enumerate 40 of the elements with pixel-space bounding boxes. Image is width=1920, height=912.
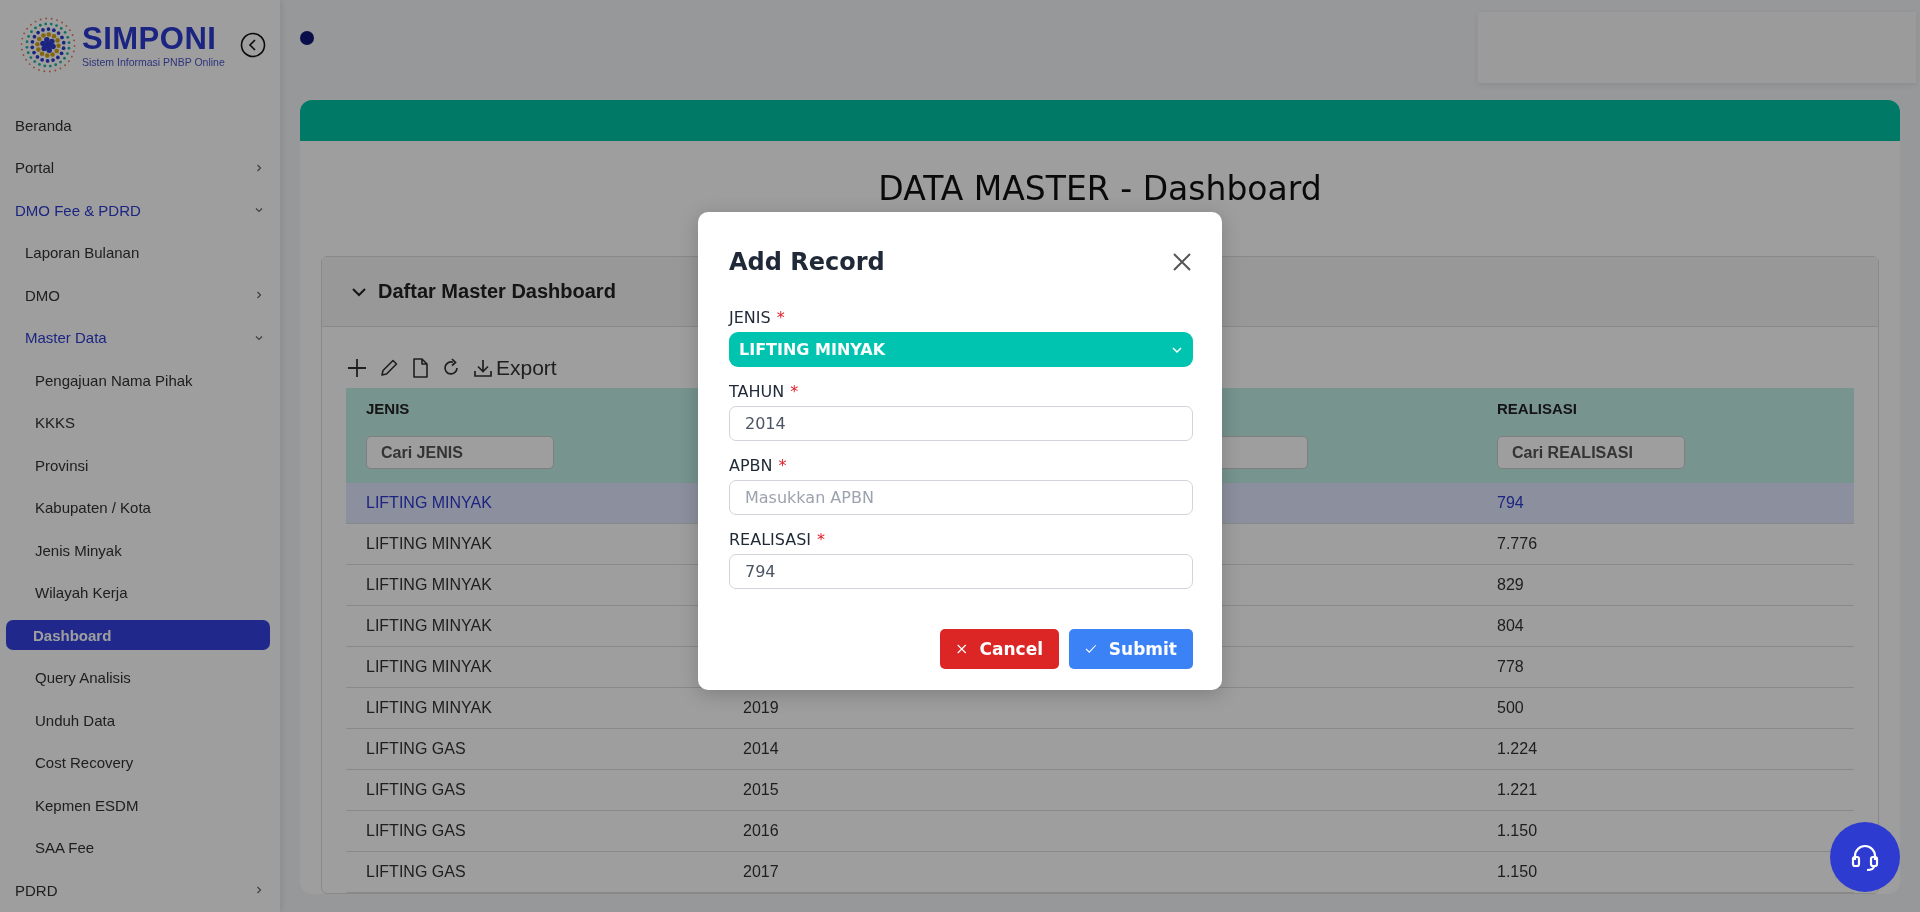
dialog-title: Add Record xyxy=(729,248,885,276)
table-cell: 1.224 xyxy=(1497,740,1538,757)
table-cell: 778 xyxy=(1497,658,1524,675)
required-mark: * xyxy=(778,456,787,475)
field-label: JENIS xyxy=(729,308,771,327)
table-cell: 1.150 xyxy=(1497,822,1538,839)
required-mark: * xyxy=(817,530,826,549)
table-cell: 2017 xyxy=(743,863,779,880)
table-cell: 2016 xyxy=(743,822,779,839)
table-cell: LIFTING GAS xyxy=(366,863,466,880)
required-mark: * xyxy=(776,308,785,327)
page-title: DATA MASTER - Dashboard xyxy=(877,168,1323,210)
logo-name: SIMPONI xyxy=(82,22,218,54)
table-cell: LIFTING GAS xyxy=(366,822,466,839)
table-cell: LIFTING MINYAK xyxy=(366,576,492,593)
table-cell: LIFTING MINYAK xyxy=(366,494,492,511)
logo-tagline: Sistem Informasi PNBP Online xyxy=(82,55,225,68)
column-header: REALISASI xyxy=(1497,400,1578,418)
table-cell: LIFTING GAS xyxy=(366,740,466,757)
table-cell: 2015 xyxy=(743,781,779,798)
field-label: REALISASI xyxy=(729,530,812,549)
table-cell: 804 xyxy=(1497,617,1524,634)
table-cell: 2019 xyxy=(743,699,779,716)
panel-title: Daftar Master Dashboard xyxy=(378,280,616,303)
table-cell: 7.776 xyxy=(1497,535,1538,552)
table-cell: 1.150 xyxy=(1497,863,1538,880)
table-cell: LIFTING GAS xyxy=(366,781,466,798)
table-cell: 2014 xyxy=(743,740,779,757)
field-label: APBN xyxy=(729,456,773,475)
table-cell: LIFTING MINYAK xyxy=(366,699,492,716)
table-cell: 829 xyxy=(1497,576,1524,593)
field-label: TAHUN xyxy=(729,382,785,401)
column-header: JENIS xyxy=(366,400,411,418)
table-cell: 794 xyxy=(1497,494,1524,511)
table-cell: 1.221 xyxy=(1497,781,1538,798)
table-cell: LIFTING MINYAK xyxy=(366,617,492,634)
table-cell: 500 xyxy=(1497,699,1524,716)
required-mark: * xyxy=(790,382,799,401)
table-cell: LIFTING MINYAK xyxy=(366,535,492,552)
table-cell: LIFTING MINYAK xyxy=(366,658,492,675)
